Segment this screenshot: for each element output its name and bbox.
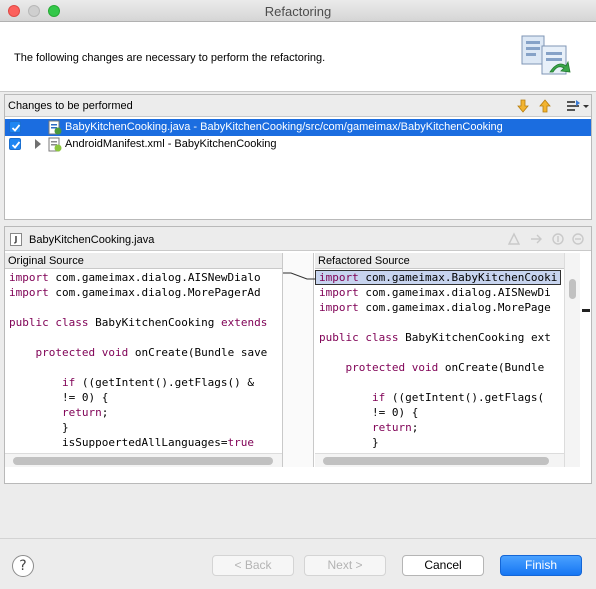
scroll-thumb[interactable]: [569, 279, 576, 299]
change-item-manifest-file[interactable]: AndroidManifest.xml - BabyKitchenCooking: [5, 136, 591, 153]
java-file-icon: [48, 120, 62, 135]
wizard-banner: The following changes are necessary to p…: [0, 22, 596, 92]
refactored-vertical-scrollbar[interactable]: [564, 253, 580, 467]
original-code[interactable]: import com.gameimax.dialog.AISNewDialo im…: [5, 270, 282, 453]
code-line: != 0) {: [9, 391, 109, 404]
java-file-icon: J: [10, 233, 22, 246]
code-line: import com.gameimax.dialog.MorePagerAd: [9, 286, 261, 299]
finish-button[interactable]: Finish: [500, 555, 582, 576]
change-overview-marker[interactable]: [582, 309, 590, 312]
expand-arrow-icon[interactable]: [35, 139, 41, 149]
next-change-arrow-down-icon[interactable]: [515, 98, 531, 114]
refactored-code[interactable]: import com.gameimax.BabyKitchenCooki impo…: [315, 270, 564, 453]
change-connector: [283, 272, 315, 280]
refactored-source-pane[interactable]: Refactored Source import com.gameimax.Ba…: [315, 253, 564, 467]
change-item-label: BabyKitchenCooking.java - BabyKitchenCoo…: [65, 121, 503, 133]
scroll-thumb[interactable]: [323, 457, 549, 465]
compare-file-name: BabyKitchenCooking.java: [29, 234, 155, 246]
refactored-horizontal-scrollbar[interactable]: [315, 453, 564, 467]
scroll-thumb[interactable]: [13, 457, 273, 465]
change-checkbox[interactable]: [9, 138, 21, 150]
original-source-label: Original Source: [5, 253, 282, 269]
code-line: protected void onCreate(Bundle save: [35, 346, 268, 359]
help-button[interactable]: ?: [12, 555, 34, 577]
previous-difference-icon[interactable]: [571, 232, 585, 246]
changes-panel: Changes to be performed BabyKitchenCooki…: [4, 94, 592, 220]
compare-header: J BabyKitchenCooking.java: [5, 227, 591, 251]
changes-header: Changes to be performed: [5, 95, 591, 117]
original-source-pane[interactable]: Original Source import com.gameimax.dial…: [5, 253, 282, 467]
code-line: protected void onCreate(Bundle: [345, 361, 545, 374]
next-button[interactable]: Next >: [304, 555, 386, 576]
filter-changes-menu-icon[interactable]: [565, 98, 589, 114]
code-line: != 0) {: [319, 406, 419, 419]
code-line: public class BabyKitchenCooking ext: [319, 331, 551, 344]
banner-message: The following changes are necessary to p…: [14, 52, 326, 64]
change-item-label: AndroidManifest.xml - BabyKitchenCooking: [65, 138, 277, 150]
difference-gutter: [282, 253, 315, 467]
title-bar: Refactoring: [0, 0, 596, 22]
changes-title: Changes to be performed: [8, 100, 133, 112]
cancel-button[interactable]: Cancel: [402, 555, 484, 576]
previous-change-arrow-up-icon[interactable]: [537, 98, 553, 114]
code-line: import com.gameimax.BabyKitchenCooki: [315, 270, 562, 285]
refactoring-wizard-icon: [521, 35, 571, 75]
back-button[interactable]: < Back: [212, 555, 294, 576]
refactored-source-label: Refactored Source: [315, 253, 564, 269]
copy-current-change-icon[interactable]: [529, 232, 543, 246]
code-line: }: [319, 436, 379, 449]
code-line: return;: [371, 421, 419, 434]
next-difference-icon[interactable]: [551, 232, 565, 246]
code-line: import com.gameimax.dialog.AISNewDialo: [9, 271, 261, 284]
change-checkbox[interactable]: [9, 121, 21, 133]
change-item-java-file[interactable]: BabyKitchenCooking.java - BabyKitchenCoo…: [5, 119, 591, 136]
original-horizontal-scrollbar[interactable]: [5, 453, 282, 467]
window-title: Refactoring: [264, 4, 332, 19]
code-line: }: [9, 421, 69, 434]
code-line: import com.gameimax.dialog.AISNewDi: [319, 286, 551, 299]
dialog-footer: ? < Back Next > Cancel Finish: [0, 538, 596, 589]
code-line: isSuppoertedAllLanguages=true: [9, 436, 255, 449]
code-line: import com.gameimax.dialog.MorePage: [319, 301, 551, 314]
code-line: if ((getIntent().getFlags() &: [61, 376, 255, 389]
xml-file-icon: [48, 137, 62, 152]
code-line: public class BabyKitchenCooking extends: [9, 316, 268, 329]
code-line: if ((getIntent().getFlags(: [371, 391, 545, 404]
compare-panel: J BabyKitchenCooking.java Original Sourc…: [4, 226, 592, 484]
code-line: return;: [61, 406, 109, 419]
copy-all-icon[interactable]: [507, 232, 521, 246]
